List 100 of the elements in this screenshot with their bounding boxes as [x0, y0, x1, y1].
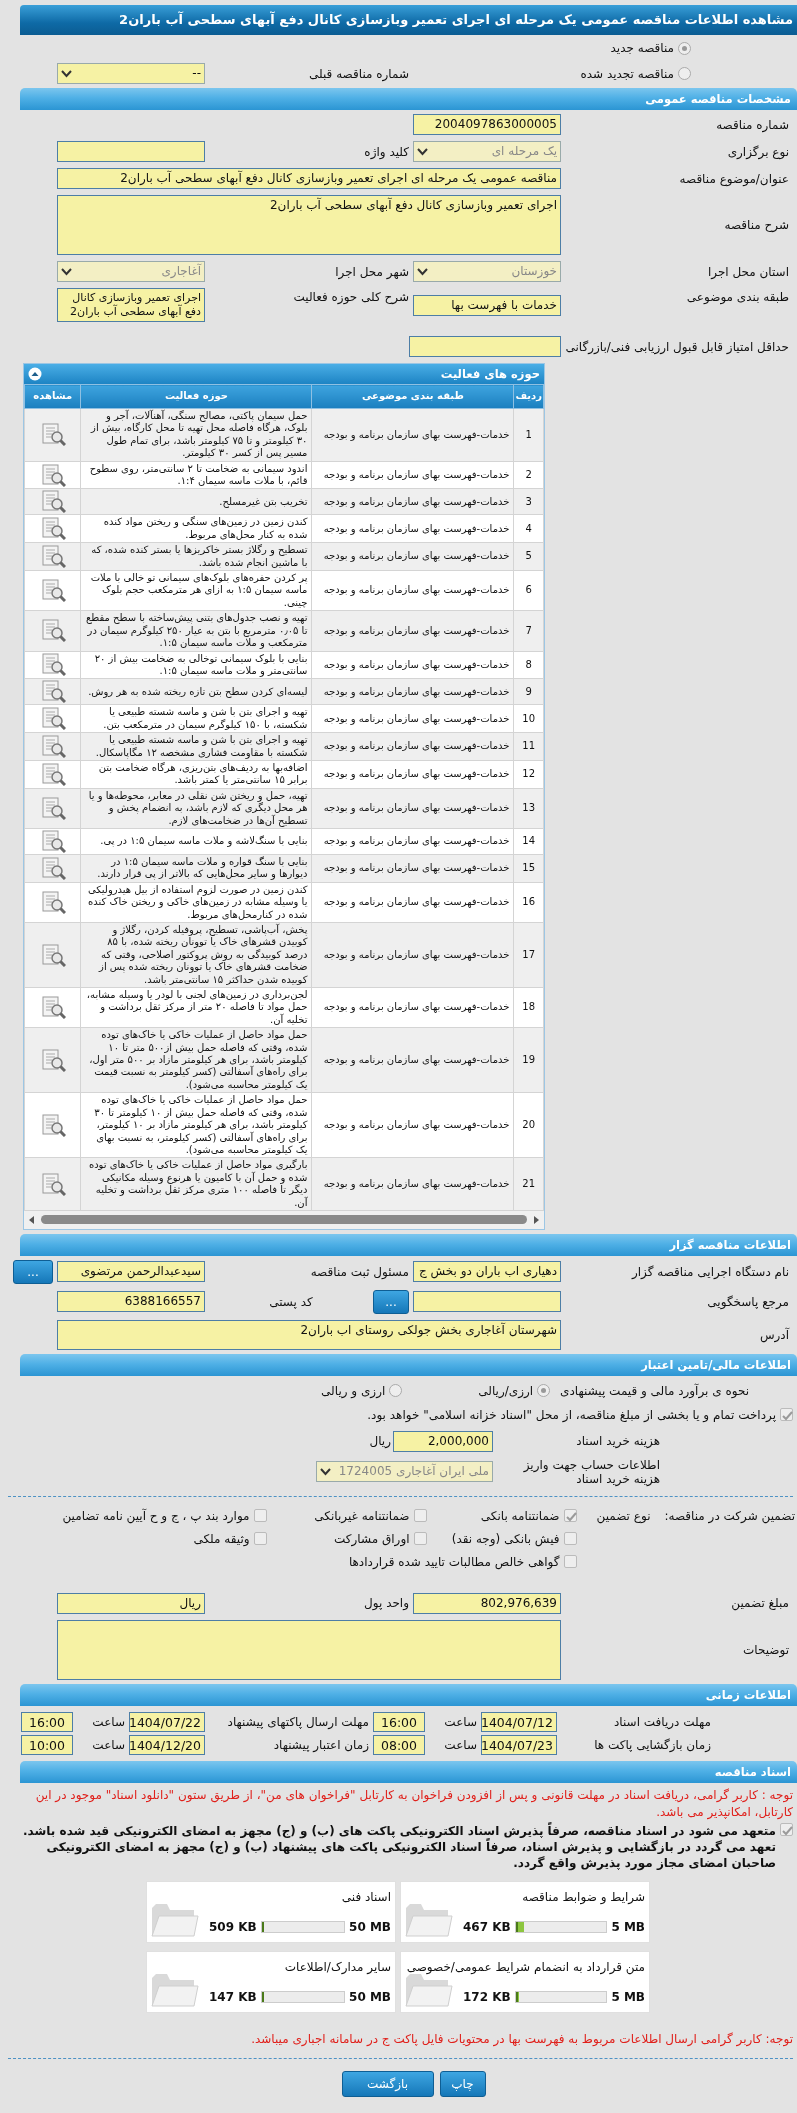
document-search-icon[interactable] — [39, 796, 66, 820]
size-limit: 5 MB — [611, 1988, 645, 2006]
document-search-icon[interactable] — [39, 890, 66, 914]
document-search-icon[interactable] — [39, 1113, 66, 1137]
checkbox[interactable] — [413, 1509, 427, 1523]
document-search-icon[interactable] — [39, 1048, 66, 1072]
field-label: زمان بازگشایی پاکت ها — [593, 1736, 711, 1754]
table-cell: 3 — [513, 488, 544, 515]
table-cell: 19 — [513, 1027, 544, 1093]
table-cell: 4 — [513, 514, 544, 543]
document-search-icon[interactable] — [39, 707, 66, 731]
table-cell: خدمات-فهرست بهای سازمان برنامه و بودجه — [311, 828, 514, 855]
text-area[interactable]: اجرای تعمیر وبازسازی کانال دفع آبهای سطحی آب باران2 — [57, 195, 561, 255]
date-field[interactable]: 1404/07/23 — [481, 1734, 557, 1755]
table-cell: خدمات-فهرست بهای سازمان برنامه و بودجه — [311, 922, 514, 988]
more-button[interactable]: ... — [13, 1259, 53, 1284]
date-field[interactable]: 1404/12/20 — [129, 1734, 205, 1755]
text-area[interactable] — [57, 1619, 561, 1680]
document-search-icon[interactable] — [39, 856, 66, 880]
radio-label: ارزی و ریالی — [321, 1382, 386, 1400]
input-field[interactable] — [409, 336, 561, 357]
input-field[interactable]: 6388166557 — [57, 1291, 205, 1313]
panel-title: حوزه های فعالیت — [440, 366, 540, 384]
checkbox[interactable] — [413, 1532, 427, 1546]
field-label: نحوه ی برآورد مالی و قیمت پیشنهادی — [560, 1382, 749, 1400]
input-field[interactable]: 2,000,000 — [393, 1430, 493, 1452]
radio-button[interactable] — [537, 1384, 551, 1398]
document-search-icon[interactable] — [39, 619, 66, 643]
input-field[interactable]: ریال — [57, 1592, 205, 1614]
arrow-right-icon[interactable] — [533, 1214, 540, 1225]
document-search-icon[interactable] — [39, 653, 66, 677]
table-cell: خدمات-فهرست بهای سازمان برنامه و بودجه — [311, 570, 514, 611]
table-cell: بنایی با سنگ‌لاشه و ملات ماسه سیمان ۱:۵ در پی. — [80, 828, 312, 855]
document-search-icon[interactable] — [39, 579, 66, 603]
checkbox[interactable] — [253, 1532, 267, 1546]
input-field[interactable]: مناقصه عمومی یک مرحله ای اجرای تعمیر وبازسازی کانال دفع آبهای سطحی آب باران2 — [57, 168, 561, 189]
checkbox[interactable] — [780, 1407, 793, 1421]
radio-button[interactable] — [678, 67, 691, 80]
time-field[interactable]: 10:00 — [21, 1734, 73, 1755]
checkbox-label: متعهد می شود در اسناد مناقصه، صرفاً پذیرش اسناد الکترونیکی پاکت های (ب) و (ج) مجهز به امضای الکترونیکی قید شده باشد. تعهد می گردد در بازگشایی و پذیرش اسناد، صرفاً اسناد الکترونیکی پاکت های پیشنهاد (ب) و (ج) مجهز به امضای الکترونیکی صاحبان امضای مجاز مورد پذیرش واقع گردد. — [22, 1822, 776, 1871]
section-header: مشخصات مناقصه عمومی — [20, 88, 797, 110]
text-area[interactable]: شهرستان آغاجاری بخش جولکی روستای اب باران2 — [57, 1319, 561, 1350]
text-area[interactable]: اجرای تعمیر وبازسازی کانال دفع آبهای سطحی آب باران2 — [57, 288, 205, 322]
time-field[interactable]: 16:00 — [21, 1711, 73, 1732]
checkbox[interactable] — [563, 1509, 577, 1523]
table-cell: 7 — [513, 610, 544, 651]
table-cell: لیسه‌ای کردن سطح بتن تازه ریخته شده به هر روش. — [80, 678, 312, 705]
date-field[interactable]: 1404/07/12 — [481, 1711, 557, 1732]
table-cell: تسطیح و رگلاژ بستر خاکریزها یا بستر کنده شده، که با ماشین انجام شده باشد. — [80, 542, 312, 571]
document-search-icon[interactable] — [39, 490, 66, 514]
checkbox-label: ضمانتنامه بانکی — [480, 1507, 560, 1525]
document-search-icon[interactable] — [39, 996, 66, 1020]
field-label: کلید واژه — [363, 143, 409, 161]
more-button[interactable]: ... — [373, 1289, 409, 1314]
input-field[interactable]: دهیاری اب باران دو بخش ج — [413, 1261, 561, 1283]
table-cell: بنایی با بلوک سیمانی توخالی به ضخامت بیش از ۲۰ سانتی‌متر و ملات ماسه سیمان ۱:۵. — [80, 651, 312, 679]
action-button[interactable]: بازگشت — [341, 2070, 434, 2097]
input-field[interactable]: خدمات با فهرست بها — [413, 294, 561, 316]
document-search-icon[interactable] — [39, 680, 66, 704]
field-label: مبلغ تضمین — [730, 1595, 789, 1613]
input-field[interactable]: سیدعبدالرحمن مرتضوی — [57, 1261, 205, 1283]
document-search-icon[interactable] — [39, 762, 66, 786]
table-cell: 2 — [513, 461, 544, 489]
checkbox[interactable] — [563, 1532, 577, 1546]
field-label: شرح مناقصه — [723, 217, 789, 234]
radio-label: مناقصه تجدید شده — [580, 65, 674, 83]
action-button[interactable]: چاپ — [439, 2070, 486, 2097]
table-cell: اندود سیمانی به ضخامت تا ۲ سانتی‌متر، روی سطوح قائم، با ملات ماسه سیمان ۱:۴. — [80, 461, 312, 489]
field-label: مهلت ارسال پاکتهای پیشنهاد — [226, 1713, 369, 1731]
document-search-icon[interactable] — [39, 1172, 66, 1196]
table-cell: پر کردن حفره‌های بلوک‌های سیمانی تو خالی با ملات ماسه سیمان ۱:۵ به ازای هر مترمکعب حجم بلوک چینی. — [80, 570, 312, 611]
document-search-icon[interactable] — [39, 943, 66, 967]
table-cell: خدمات-فهرست بهای سازمان برنامه و بودجه — [311, 610, 514, 651]
dropdown[interactable]: -- — [57, 63, 205, 84]
document-search-icon[interactable] — [39, 423, 66, 447]
table-cell: خدمات-فهرست بهای سازمان برنامه و بودجه — [311, 1157, 514, 1211]
checkbox[interactable] — [253, 1509, 267, 1523]
checkbox[interactable] — [563, 1555, 577, 1569]
checkbox-label: ضمانتنامه غیربانکی — [314, 1507, 410, 1525]
radio-button[interactable] — [389, 1384, 403, 1398]
checkbox[interactable] — [780, 1822, 793, 1836]
time-field[interactable]: 08:00 — [373, 1734, 425, 1755]
input-field[interactable]: 802,976,639 — [413, 1592, 561, 1614]
radio-button[interactable] — [678, 41, 691, 55]
field-label: زمان اعتبار پیشنهاد — [272, 1736, 369, 1754]
document-search-icon[interactable] — [39, 463, 66, 487]
arrow-left-icon[interactable] — [28, 1214, 35, 1225]
file-size: 509 KB — [209, 1918, 257, 1936]
document-search-icon[interactable] — [39, 545, 66, 569]
document-search-icon[interactable] — [39, 517, 66, 541]
field-label: تضمین شرکت در مناقصه: — [664, 1507, 795, 1525]
input-field[interactable]: 2004097863000005 — [413, 114, 561, 135]
date-field[interactable]: 1404/07/22 — [129, 1711, 205, 1732]
input-field[interactable] — [413, 1291, 561, 1313]
caret-icon — [417, 147, 428, 156]
document-search-icon[interactable] — [39, 735, 66, 759]
time-field[interactable]: 16:00 — [373, 1711, 425, 1732]
document-search-icon[interactable] — [39, 829, 66, 853]
collapse-icon[interactable] — [28, 367, 42, 381]
input-field[interactable] — [57, 141, 205, 162]
